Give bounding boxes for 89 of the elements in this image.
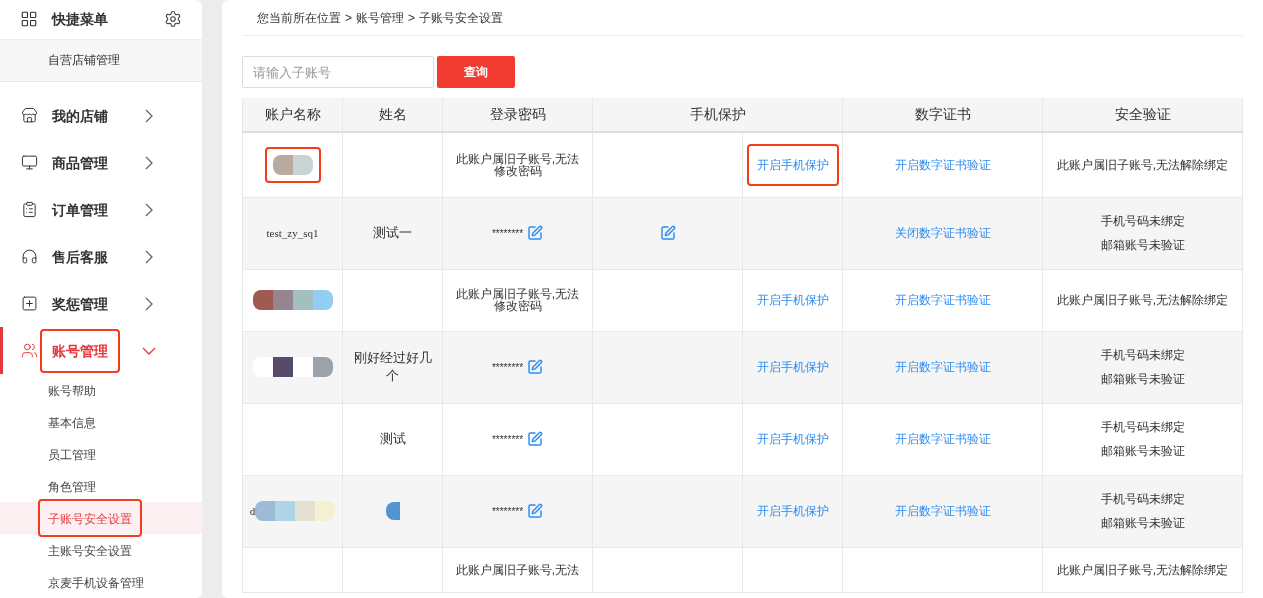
password-note: 此账户属旧子账号,无法修改密码 [454,152,581,177]
submenu-label: 基本信息 [48,416,96,430]
menu-icon [21,201,38,218]
column-header: 登录密码 [442,98,593,132]
person-name: 测试一 [373,225,412,240]
submenu-item[interactable]: 主账号安全设置 [0,534,202,566]
edit-icon[interactable] [527,225,544,241]
grid-icon [20,10,38,29]
submenu-item[interactable]: 角色管理 [0,470,202,502]
masked-password: ******** [491,504,524,519]
submenu-label: 账号帮助 [48,384,96,398]
submenu-item[interactable]: 员工管理 [0,438,202,470]
menu-icon [21,342,38,359]
security-status: 此账户属旧子账号,无法解除绑定 [1056,156,1229,174]
security-status: 此账户属旧子账号,无法解除绑定 [1056,292,1229,309]
menu-icon [21,295,38,312]
enable-phone-protection-link[interactable]: 开启手机保护 [756,293,829,307]
column-header: 姓名 [342,98,443,132]
column-header: 账户名称 [242,98,343,132]
column-header: 安全验证 [1042,98,1243,132]
shortcut-link[interactable]: 自营店铺管理 [48,51,202,70]
menu-item[interactable]: 账号管理 [0,327,202,374]
edit-icon[interactable] [527,359,544,375]
security-status: 此账户属旧子账号,无法解除绑定 [1056,561,1229,579]
breadcrumb-separator: > [345,9,352,27]
menu-label: 账号管理 [52,342,108,359]
edit-icon[interactable] [659,225,676,241]
enable-phone-protection-link[interactable]: 开启手机保护 [756,157,829,172]
masked-password: ******** [491,360,524,375]
chevron-right-icon [145,249,153,264]
submenu-label: 角色管理 [48,480,96,494]
security-status: 邮箱账号未验证 [1100,237,1185,254]
certificate-link[interactable]: 开启数字证书验证 [894,293,991,307]
submenu-label: 主账号安全设置 [48,544,132,558]
menu-item[interactable]: 售后客服 [0,233,202,280]
submenu-item[interactable]: 子账号安全设置 [0,502,202,534]
security-status: 手机号码未绑定 [1100,213,1185,230]
sidebar-title: 快捷菜单 [52,9,108,29]
submenu-label: 员工管理 [48,448,96,462]
masked-password: ******** [491,226,524,241]
menu-item[interactable]: 商品管理 [0,139,202,186]
menu-label: 商品管理 [52,154,108,171]
security-status: 手机号码未绑定 [1100,347,1185,364]
security-status: 邮箱账号未验证 [1100,443,1185,460]
menu-label: 订单管理 [52,201,108,218]
chevron-right-icon [145,296,153,311]
masked-password: ******** [491,432,524,447]
breadcrumb-item[interactable]: 子账号安全设置 [419,8,504,27]
security-status: 手机号码未绑定 [1100,491,1185,508]
chevron-right-icon [145,155,153,170]
submenu-item[interactable]: 基本信息 [0,406,202,438]
breadcrumb-item: 您当前所在位置 [257,9,341,27]
breadcrumb-item[interactable]: 账号管理 [356,8,404,27]
chevron-right-icon [145,108,153,123]
menu-icon [21,248,38,265]
menu-label: 奖惩管理 [52,295,108,312]
edit-icon[interactable] [527,503,544,519]
password-note: 此账户属旧子账号,无法 [454,563,581,576]
search-field[interactable]: 请输入子账号 [242,56,434,88]
menu-icon [21,107,38,124]
chevron-right-icon [145,202,153,217]
account-name: test_zy_sq1 [266,225,319,241]
menu-item[interactable]: 我的店铺 [0,92,202,139]
menu-item[interactable]: 奖惩管理 [0,280,202,327]
column-header: 手机保护 [592,98,843,132]
chevron-down-icon [142,346,156,355]
certificate-link[interactable]: 开启数字证书验证 [894,157,991,172]
enable-phone-protection-link[interactable]: 开启手机保护 [756,432,829,446]
certificate-link[interactable]: 开启数字证书验证 [894,432,991,446]
password-note: 此账户属旧子账号,无法修改密码 [454,288,581,312]
account-name: d [249,503,256,519]
menu-label: 售后客服 [52,248,108,265]
menu-icon [21,154,38,171]
breadcrumb-separator: > [408,9,416,27]
settings-icon[interactable] [164,10,182,29]
submenu-item[interactable]: 京麦手机设备管理 [0,566,202,598]
edit-icon[interactable] [527,431,544,447]
menu-label: 我的店铺 [52,107,108,124]
security-status: 邮箱账号未验证 [1100,515,1185,532]
person-name: 测试 [379,431,406,446]
security-status: 手机号码未绑定 [1100,419,1185,436]
submenu-item[interactable]: 账号帮助 [0,374,202,406]
person-name: 刚好经过好几个 [353,350,432,383]
submenu-label: 京麦手机设备管理 [48,576,144,590]
menu-item[interactable]: 订单管理 [0,186,202,233]
column-header: 数字证书 [842,98,1043,132]
security-status: 邮箱账号未验证 [1100,371,1185,388]
search-button[interactable]: 查询 [437,56,515,88]
submenu-label: 子账号安全设置 [48,512,132,526]
